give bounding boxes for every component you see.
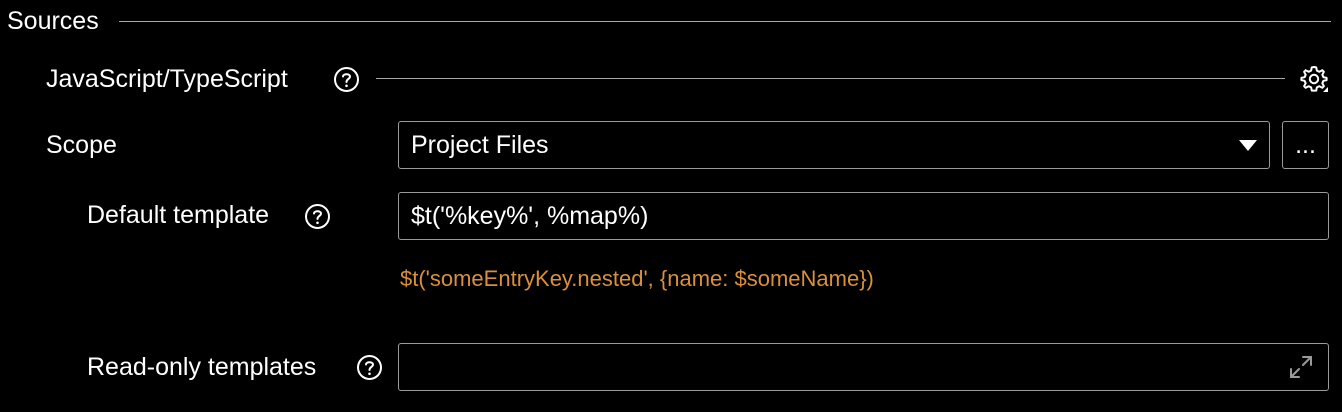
- readonly-templates-input[interactable]: [398, 343, 1329, 391]
- scope-browse-button[interactable]: ...: [1282, 121, 1329, 169]
- scope-selected-value: Project Files: [411, 131, 549, 159]
- browse-button-label: ...: [1295, 131, 1316, 159]
- default-template-example: $t('someEntryKey.nested', {name: $someNa…: [400, 266, 874, 291]
- subsection-separator: [376, 78, 1285, 79]
- caret-down-icon: [1239, 140, 1257, 151]
- readonly-templates-label: Read-only templates: [87, 353, 317, 381]
- help-icon[interactable]: [333, 66, 360, 93]
- section-separator: [119, 21, 1331, 22]
- scope-dropdown[interactable]: Project Files: [398, 121, 1270, 169]
- default-template-label: Default template: [87, 201, 270, 229]
- default-template-help-icon[interactable]: [304, 203, 331, 230]
- subsection-title: JavaScript/TypeScript: [46, 65, 288, 93]
- section-title: Sources: [7, 7, 99, 35]
- scope-label: Scope: [46, 131, 117, 159]
- expand-icon[interactable]: [1288, 354, 1314, 380]
- gear-icon[interactable]: [1299, 64, 1329, 94]
- readonly-templates-help-icon[interactable]: [356, 354, 383, 381]
- default-template-input[interactable]: $t('%key%', %map%): [398, 192, 1329, 240]
- default-template-value: $t('%key%', %map%): [411, 202, 649, 230]
